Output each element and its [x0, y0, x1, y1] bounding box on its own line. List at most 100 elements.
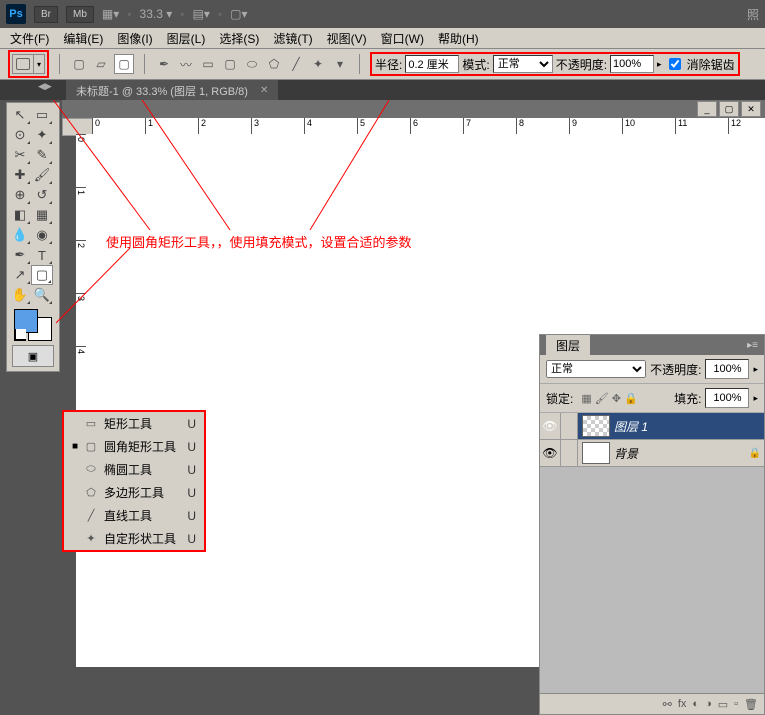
- pen-icon[interactable]: ✒: [155, 55, 173, 73]
- antialias-checkbox[interactable]: [669, 58, 681, 70]
- custom-shape-icon[interactable]: ✦: [309, 55, 327, 73]
- zoom-tool[interactable]: 🔍: [31, 285, 53, 305]
- layer-mask-icon[interactable]: ◐: [692, 698, 699, 710]
- move-tool[interactable]: ↖: [9, 105, 31, 125]
- lasso-tool[interactable]: ⊙: [9, 125, 31, 145]
- type-tool[interactable]: T: [31, 245, 53, 265]
- screen-mode-icon[interactable]: ▦▾: [102, 7, 119, 21]
- menu-help[interactable]: 帮助(H): [432, 28, 485, 49]
- lock-image-icon[interactable]: 🖌: [595, 392, 609, 405]
- mode-select[interactable]: 正常: [493, 55, 553, 73]
- bridge-button[interactable]: Br: [34, 6, 58, 23]
- wand-tool[interactable]: ✦: [31, 125, 53, 145]
- shape-tool[interactable]: ▢: [31, 265, 53, 285]
- menu-window[interactable]: 窗口(W): [375, 28, 430, 49]
- crop-tool[interactable]: ✂: [9, 145, 31, 165]
- polygon-icon[interactable]: ⬠: [265, 55, 283, 73]
- maximize-button[interactable]: ▢: [719, 101, 739, 117]
- flyout-rounded-rectangle[interactable]: ■▢圆角矩形工具U: [64, 435, 204, 458]
- tool-preset[interactable]: [12, 54, 34, 74]
- options-arrow-icon[interactable]: ▾: [331, 55, 349, 73]
- rectangle-icon[interactable]: ▭: [199, 55, 217, 73]
- lock-all-icon[interactable]: 🔒: [624, 392, 638, 405]
- blur-tool[interactable]: 💧: [9, 225, 31, 245]
- menu-image[interactable]: 图像(I): [111, 28, 158, 49]
- stamp-tool[interactable]: ⊕: [9, 185, 31, 205]
- opacity-arrow-icon[interactable]: ▸: [657, 59, 662, 70]
- panel-menu-icon[interactable]: ▸≡: [747, 340, 758, 351]
- freeform-pen-icon[interactable]: 〰: [177, 55, 195, 73]
- menu-view[interactable]: 视图(V): [321, 28, 373, 49]
- menu-select[interactable]: 选择(S): [213, 28, 265, 49]
- menu-edit[interactable]: 编辑(E): [57, 28, 109, 49]
- flyout-custom-shape[interactable]: ✦自定形状工具U: [64, 527, 204, 550]
- layer-opacity-input[interactable]: [705, 359, 749, 379]
- layer-row[interactable]: 👁 图层 1: [540, 413, 764, 440]
- zoom-level[interactable]: 33.3 ▾: [140, 7, 173, 21]
- vertical-ruler[interactable]: 01234: [76, 134, 93, 667]
- minimize-button[interactable]: _: [697, 101, 717, 117]
- flyout-ellipse[interactable]: ⬭椭圆工具U: [64, 458, 204, 481]
- delete-layer-icon[interactable]: 🗑: [744, 698, 758, 711]
- gradient-tool[interactable]: ▦: [31, 205, 53, 225]
- flyout-polygon[interactable]: ⬠多边形工具U: [64, 481, 204, 504]
- quick-mask-toggle[interactable]: ▣: [12, 345, 54, 367]
- lock-transparent-icon[interactable]: ▦: [581, 392, 591, 405]
- layer-row[interactable]: 👁 背景 🔒: [540, 440, 764, 467]
- tab-scroll-left-icon[interactable]: ◀: [38, 81, 45, 99]
- fill-input[interactable]: [705, 388, 749, 408]
- arrange-icon[interactable]: ▤▾: [193, 7, 210, 21]
- layer-link-area[interactable]: [561, 440, 578, 466]
- layer-link-area[interactable]: [561, 413, 578, 439]
- shape-layers-icon[interactable]: ▢: [70, 55, 88, 73]
- fill-scrub-icon[interactable]: ▸: [753, 393, 758, 404]
- eraser-tool[interactable]: ◧: [9, 205, 31, 225]
- brush-tool[interactable]: 🖌: [31, 165, 53, 185]
- line-icon[interactable]: ╱: [287, 55, 305, 73]
- layer-style-icon[interactable]: fx: [678, 698, 687, 710]
- minibridge-button[interactable]: Mb: [66, 6, 94, 23]
- new-layer-icon[interactable]: ▫: [734, 698, 738, 710]
- fill-pixels-icon[interactable]: ▢: [114, 54, 134, 74]
- layer-name[interactable]: 图层 1: [614, 418, 764, 435]
- blend-mode-select[interactable]: 正常: [546, 360, 646, 378]
- close-button[interactable]: ✕: [741, 101, 761, 117]
- adjustment-layer-icon[interactable]: ◑: [705, 698, 712, 710]
- path-select-tool[interactable]: ↗: [9, 265, 31, 285]
- default-colors-icon[interactable]: [14, 329, 26, 341]
- tab-scroll-right-icon[interactable]: ▶: [45, 81, 52, 99]
- menu-file[interactable]: 文件(F): [4, 28, 55, 49]
- pen-tool[interactable]: ✒: [9, 245, 31, 265]
- horizontal-ruler[interactable]: 01234567891011121314: [92, 118, 765, 135]
- extras-icon[interactable]: ▢▾: [230, 7, 247, 21]
- visibility-toggle[interactable]: 👁: [540, 440, 561, 466]
- color-swatches[interactable]: [14, 309, 52, 341]
- marquee-tool[interactable]: ▭: [31, 105, 53, 125]
- layer-thumbnail[interactable]: [582, 442, 610, 464]
- radius-input[interactable]: [405, 55, 459, 73]
- flyout-rectangle[interactable]: ▭矩形工具U: [64, 412, 204, 435]
- lock-position-icon[interactable]: ✥: [612, 392, 621, 405]
- layer-thumbnail[interactable]: [582, 415, 610, 437]
- dodge-tool[interactable]: ◉: [31, 225, 53, 245]
- visibility-toggle[interactable]: 👁: [540, 413, 561, 439]
- paths-icon[interactable]: ▱: [92, 55, 110, 73]
- tab-close-icon[interactable]: ✕: [260, 85, 268, 96]
- hand-tool[interactable]: ✋: [9, 285, 31, 305]
- flyout-line[interactable]: ╱直线工具U: [64, 504, 204, 527]
- history-brush-tool[interactable]: ↺: [31, 185, 53, 205]
- menu-filter[interactable]: 滤镜(T): [267, 28, 318, 49]
- ellipse-icon[interactable]: ⬭: [243, 55, 261, 73]
- tool-preset-dropdown[interactable]: ▾: [34, 54, 45, 74]
- workspace-button[interactable]: 照: [747, 6, 759, 23]
- opacity-input[interactable]: [610, 55, 654, 73]
- layer-name[interactable]: 背景: [614, 445, 746, 462]
- healing-tool[interactable]: ✚: [9, 165, 31, 185]
- layers-tab[interactable]: 图层: [546, 335, 590, 356]
- link-layers-icon[interactable]: ⚯: [663, 698, 672, 711]
- opacity-scrub-icon[interactable]: ▸: [753, 364, 758, 375]
- document-tab[interactable]: 未标题-1 @ 33.3% (图层 1, RGB/8) ✕: [66, 79, 278, 102]
- rounded-rect-icon[interactable]: ▢: [221, 55, 239, 73]
- layer-group-icon[interactable]: ▭: [718, 698, 728, 711]
- eyedropper-tool[interactable]: ✎: [31, 145, 53, 165]
